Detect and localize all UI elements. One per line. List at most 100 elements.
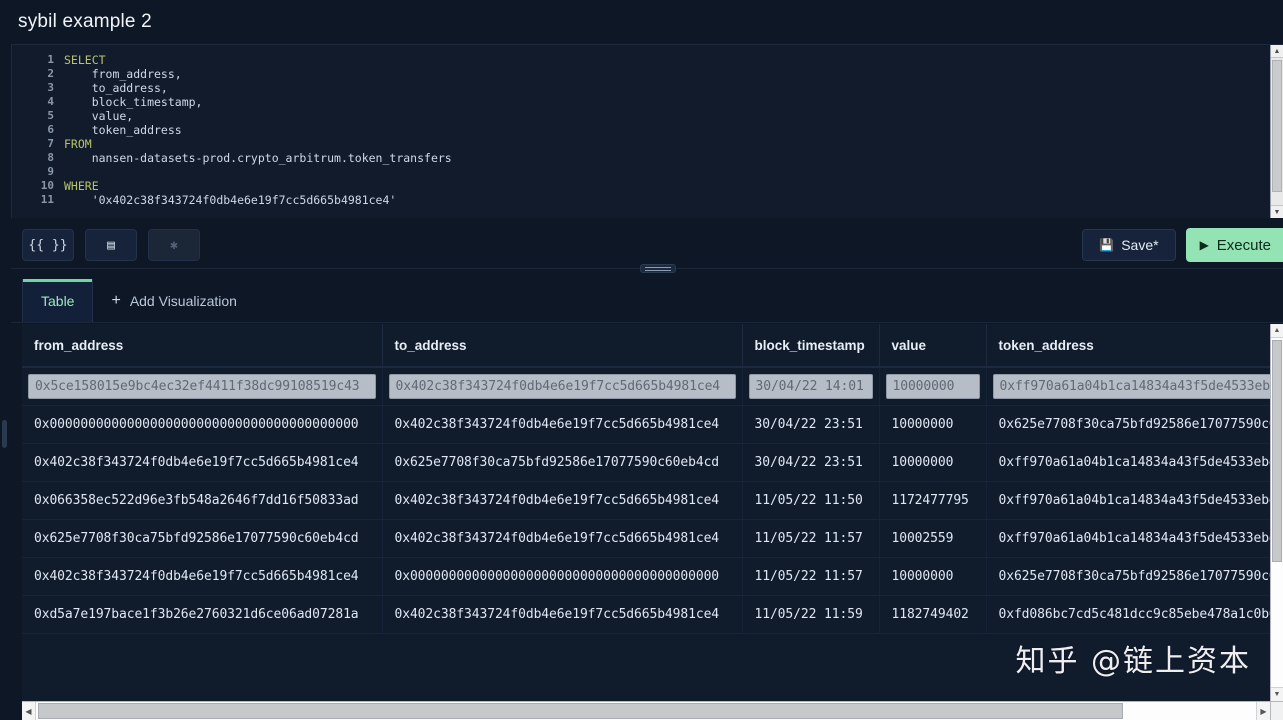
editable-cell-value[interactable]: 10000000 xyxy=(886,374,980,399)
table-vertical-scroll-thumb[interactable] xyxy=(1272,340,1282,562)
code-line: 11 '0x402c38f343724f0db4e6e19f7cc5d665b4… xyxy=(12,193,1283,207)
column-header[interactable]: from_address xyxy=(22,324,382,367)
table-cell[interactable]: 10000000 xyxy=(879,558,986,596)
column-header[interactable]: token_address xyxy=(986,324,1270,367)
code-line-text: value, xyxy=(64,109,133,123)
table-cell[interactable]: 11/05/22 11:59 xyxy=(742,596,879,634)
table-cell[interactable]: 0x00000000000000000000000000000000000000… xyxy=(382,558,742,596)
table-cell[interactable]: 11/05/22 11:50 xyxy=(742,482,879,520)
editor-scroll-down-arrow[interactable]: ▼ xyxy=(1271,205,1283,218)
results-table-area: from_addressto_addressblock_timestampval… xyxy=(22,324,1283,720)
column-header[interactable]: to_address xyxy=(382,324,742,367)
save-button[interactable]: 💾 Save* xyxy=(1082,229,1175,261)
table-row[interactable]: 0x066358ec522d96e3fb548a2646f7dd16f50833… xyxy=(22,482,1270,520)
table-cell[interactable]: 10002559 xyxy=(879,520,986,558)
line-number: 11 xyxy=(12,193,64,207)
table-row[interactable]: 0x5ce158015e9bc4ec32ef4411f38dc99108519c… xyxy=(22,367,1270,406)
code-line: 10WHERE xyxy=(12,179,1283,193)
panel-drag-grip[interactable] xyxy=(2,420,7,448)
table-cell[interactable]: 1182749402 xyxy=(879,596,986,634)
table-cell[interactable]: 0xff970a61a04b1ca14834a43f5de4533ebddb5c… xyxy=(986,482,1270,520)
code-line: 9 xyxy=(12,165,1283,179)
table-cell[interactable]: 30/04/22 14:01 xyxy=(742,367,879,406)
results-table-head: from_addressto_addressblock_timestampval… xyxy=(22,324,1270,367)
table-cell[interactable]: 30/04/22 23:51 xyxy=(742,444,879,482)
table-cell[interactable]: 10000000 xyxy=(879,444,986,482)
sql-editor-panel[interactable]: 1SELECT2 from_address,3 to_address,4 blo… xyxy=(11,44,1283,218)
sql-text: token_address xyxy=(64,123,182,137)
left-gutter xyxy=(0,44,11,720)
plus-icon: + xyxy=(111,293,120,309)
tab-table[interactable]: Table xyxy=(22,279,93,322)
table-cell[interactable]: 0x625e7708f30ca75bfd92586e17077590c60eb4… xyxy=(986,558,1270,596)
editable-cell-value[interactable]: 30/04/22 14:01 xyxy=(749,374,873,399)
table-cell[interactable]: 0x402c38f343724f0db4e6e19f7cc5d665b4981c… xyxy=(382,596,742,634)
editor-vertical-scrollbar[interactable]: ▲ ▼ xyxy=(1270,45,1283,218)
table-scroll-up-arrow[interactable]: ▲ xyxy=(1271,324,1283,338)
editor-scroll-up-arrow[interactable]: ▲ xyxy=(1271,45,1283,58)
parameters-button[interactable]: {{ }} xyxy=(22,229,74,261)
panel-resize-handle[interactable] xyxy=(640,264,676,273)
table-cell[interactable]: 0x402c38f343724f0db4e6e19f7cc5d665b4981c… xyxy=(382,406,742,444)
editable-cell-value[interactable]: 0xff970a61a04b1ca14834a43f5de4533ebddb5c… xyxy=(993,374,1271,399)
table-cell[interactable]: 0x402c38f343724f0db4e6e19f7cc5d665b4981c… xyxy=(22,444,382,482)
table-cell[interactable]: 11/05/22 11:57 xyxy=(742,520,879,558)
table-vertical-scrollbar[interactable]: ▲ ▼ xyxy=(1270,324,1283,701)
table-cell[interactable]: 0x402c38f343724f0db4e6e19f7cc5d665b4981c… xyxy=(22,558,382,596)
table-cell[interactable]: 0x402c38f343724f0db4e6e19f7cc5d665b4981c… xyxy=(382,367,742,406)
table-cell[interactable]: 0xff970a61a04b1ca14834a43f5de4533ebddb5c… xyxy=(986,367,1270,406)
code-line: 4 block_timestamp, xyxy=(12,95,1283,109)
line-number: 8 xyxy=(12,151,64,165)
line-number: 4 xyxy=(12,95,64,109)
execute-button[interactable]: ▶ Execute xyxy=(1186,228,1283,262)
table-cell[interactable]: 0xd5a7e197bace1f3b26e2760321d6ce06ad0728… xyxy=(22,596,382,634)
editable-cell-value[interactable]: 0x5ce158015e9bc4ec32ef4411f38dc99108519c… xyxy=(28,374,376,399)
table-scroll-right-arrow[interactable]: ▶ xyxy=(1256,702,1270,720)
code-line: 3 to_address, xyxy=(12,81,1283,95)
magic-button-glyph: ✱ xyxy=(170,238,178,253)
page-title: sybil example 2 xyxy=(18,11,152,33)
format-query-button-glyph: ▤ xyxy=(107,238,115,253)
table-cell[interactable]: 0x402c38f343724f0db4e6e19f7cc5d665b4981c… xyxy=(382,520,742,558)
table-cell[interactable]: 0x5ce158015e9bc4ec32ef4411f38dc99108519c… xyxy=(22,367,382,406)
results-panel: Table + Add Visualization from_addressto… xyxy=(11,279,1283,720)
table-cell[interactable]: 0x625e7708f30ca75bfd92586e17077590c60eb4… xyxy=(382,444,742,482)
window-titlebar: sybil example 2 xyxy=(0,0,1283,44)
table-scroll-down-arrow[interactable]: ▼ xyxy=(1271,687,1283,701)
column-header[interactable]: value xyxy=(879,324,986,367)
editable-cell-value[interactable]: 0x402c38f343724f0db4e6e19f7cc5d665b4981c… xyxy=(389,374,736,399)
table-cell[interactable]: 10000000 xyxy=(879,406,986,444)
table-horizontal-scroll-thumb[interactable] xyxy=(38,703,1123,719)
add-visualization-button[interactable]: + Add Visualization xyxy=(93,279,255,322)
column-header[interactable]: block_timestamp xyxy=(742,324,879,367)
line-number: 9 xyxy=(12,165,64,179)
floppy-disk-icon: 💾 xyxy=(1099,239,1114,251)
table-scroll-left-arrow[interactable]: ◀ xyxy=(22,702,36,720)
table-cell[interactable]: 0xff970a61a04b1ca14834a43f5de4533ebddb5c… xyxy=(986,444,1270,482)
table-row[interactable]: 0x402c38f343724f0db4e6e19f7cc5d665b4981c… xyxy=(22,444,1270,482)
sql-code-area[interactable]: 1SELECT2 from_address,3 to_address,4 blo… xyxy=(12,45,1283,218)
line-number: 6 xyxy=(12,123,64,137)
table-cell[interactable]: 0x066358ec522d96e3fb548a2646f7dd16f50833… xyxy=(22,482,382,520)
table-cell[interactable]: 0x00000000000000000000000000000000000000… xyxy=(22,406,382,444)
table-cell[interactable]: 0x402c38f343724f0db4e6e19f7cc5d665b4981c… xyxy=(382,482,742,520)
table-cell[interactable]: 0x625e7708f30ca75bfd92586e17077590c60eb4… xyxy=(986,406,1270,444)
editor-scroll-thumb[interactable] xyxy=(1272,60,1282,192)
table-cell[interactable]: 1172477795 xyxy=(879,482,986,520)
table-row[interactable]: 0x625e7708f30ca75bfd92586e17077590c60eb4… xyxy=(22,520,1270,558)
table-cell[interactable]: 10000000 xyxy=(879,367,986,406)
table-cell[interactable]: 0x625e7708f30ca75bfd92586e17077590c60eb4… xyxy=(22,520,382,558)
table-cell[interactable]: 11/05/22 11:57 xyxy=(742,558,879,596)
table-row[interactable]: 0x402c38f343724f0db4e6e19f7cc5d665b4981c… xyxy=(22,558,1270,596)
table-cell[interactable]: 0xfd086bc7cd5c481dcc9c85ebe478a1c0b69fcb… xyxy=(986,596,1270,634)
app-root: sybil example 2 1SELECT2 from_address,3 … xyxy=(0,0,1283,720)
table-cell[interactable]: 0xff970a61a04b1ca14834a43f5de4533ebddb5c… xyxy=(986,520,1270,558)
table-row[interactable]: 0x00000000000000000000000000000000000000… xyxy=(22,406,1270,444)
table-cell[interactable]: 30/04/22 23:51 xyxy=(742,406,879,444)
code-line-text: WHERE xyxy=(64,179,99,193)
format-query-button[interactable]: ▤ xyxy=(85,229,137,261)
sql-keyword: FROM xyxy=(64,137,92,151)
table-row[interactable]: 0xd5a7e197bace1f3b26e2760321d6ce06ad0728… xyxy=(22,596,1270,634)
line-number: 7 xyxy=(12,137,64,151)
table-horizontal-scrollbar[interactable]: ◀ ▶ xyxy=(22,701,1270,720)
